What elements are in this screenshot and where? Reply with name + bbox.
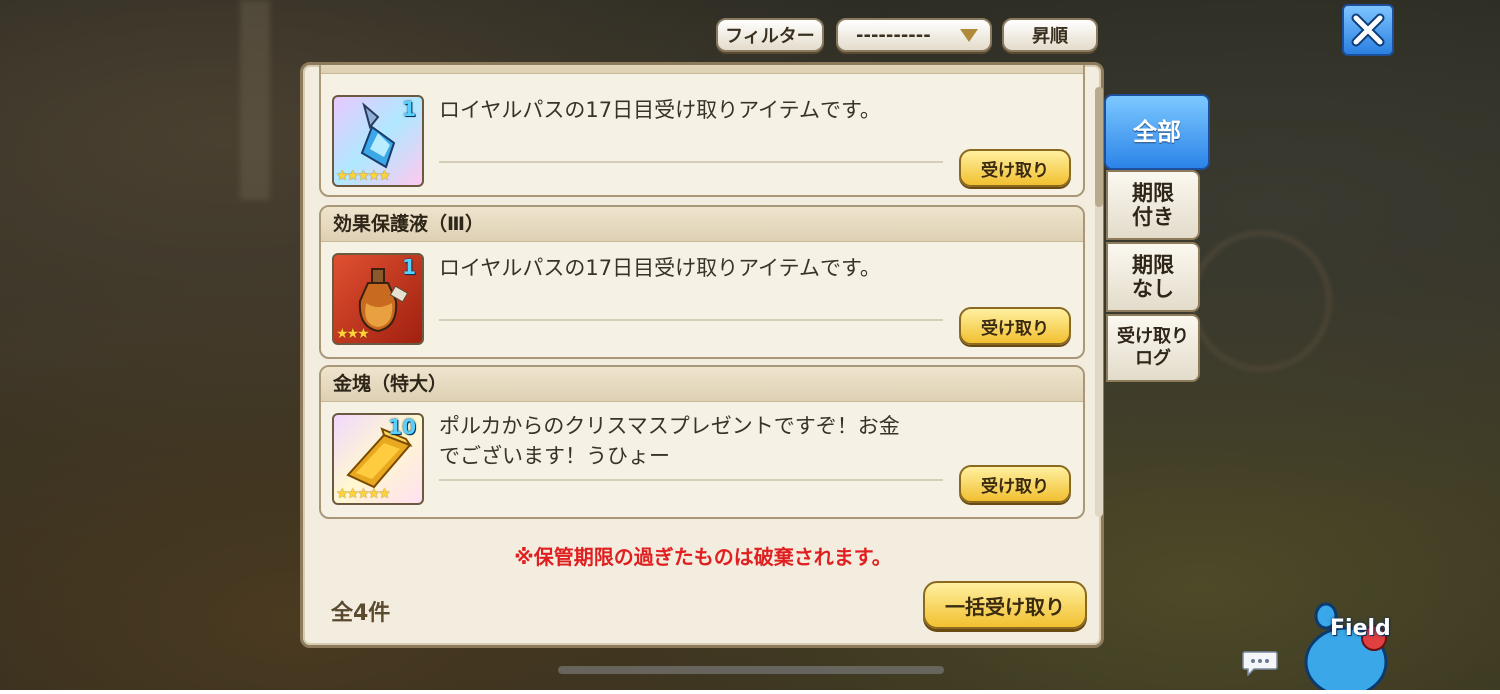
close-button[interactable] [1342, 4, 1394, 56]
field-label: Field [1330, 616, 1391, 641]
item-description-line: ポルカからのクリスマスプレゼントですぞ！お金 [439, 414, 900, 438]
rarity-stars: ★★★★★ [336, 168, 391, 184]
item-name [321, 65, 1083, 74]
divider [439, 161, 943, 163]
rarity-stars: ★★★ [336, 326, 370, 342]
item-quantity: 1 [402, 255, 416, 279]
crystal-spear-icon: 1 ★★★★★ [332, 95, 424, 187]
close-icon [1351, 13, 1385, 47]
filter-dropdown[interactable]: ---------- [836, 18, 992, 52]
item-quantity: 10 [388, 415, 416, 439]
field-button[interactable]: Field [1296, 602, 1406, 694]
claim-button[interactable]: 受け取り [959, 465, 1071, 503]
background-wheel [1190, 230, 1332, 372]
tab-receive-log[interactable]: 受け取り ログ [1106, 314, 1200, 382]
chevron-down-icon [960, 28, 978, 42]
item-description-line: でございます！うひょー [439, 444, 670, 468]
item-name: 金塊（特大） [321, 367, 1083, 402]
tab-label-line: 受け取り [1117, 326, 1189, 347]
item-description: ロイヤルパスの17日目受け取りアイテムです。 [439, 256, 881, 280]
item-description: ロイヤルパスの17日目受け取りアイテムです。 [439, 98, 881, 122]
potion-bottle-icon: 1 ★★★ [332, 253, 424, 345]
filter-dropdown-value: ---------- [856, 24, 931, 46]
list-item: 効果保護液（Ⅲ） 1 ★★★ ロイヤルパスの17日目受け取りアイテムです。 受け… [319, 205, 1085, 359]
tab-label-line: 期限 [1132, 253, 1174, 277]
scrollbar[interactable] [1095, 87, 1103, 517]
item-quantity: 1 [402, 97, 416, 121]
tab-with-expiry[interactable]: 期限 付き [1106, 170, 1200, 240]
item-list[interactable]: 1 ★★★★★ ロイヤルパスの17日目受け取りアイテムです。 受け取り 効果保護… [319, 65, 1091, 521]
tab-label-line: ログ [1135, 348, 1171, 369]
filter-button[interactable]: フィルター [716, 18, 824, 52]
divider [439, 319, 943, 321]
claim-button[interactable]: 受け取り [959, 149, 1071, 187]
scrollbar-thumb[interactable] [1095, 87, 1103, 207]
expiry-notice: ※保管期限の過ぎたものは破棄されます。 [514, 545, 892, 569]
tab-no-expiry[interactable]: 期限 なし [1106, 242, 1200, 312]
claim-button[interactable]: 受け取り [959, 307, 1071, 345]
total-count: 全4件 [331, 601, 391, 626]
list-item: 1 ★★★★★ ロイヤルパスの17日目受け取りアイテムです。 受け取り [319, 65, 1085, 197]
home-indicator[interactable] [558, 666, 944, 674]
gold-bar-icon: 10 ★★★★★ [332, 413, 424, 505]
tab-label-line: なし [1132, 277, 1174, 301]
present-box-panel: 1 ★★★★★ ロイヤルパスの17日目受け取りアイテムです。 受け取り 効果保護… [300, 62, 1104, 648]
item-name: 効果保護液（Ⅲ） [321, 207, 1083, 242]
background-pillar [240, 0, 270, 200]
list-item: 金塊（特大） 10 ★★★★★ ポルカからのクリスマスプレゼントですぞ！お金 で… [319, 365, 1085, 519]
sort-order-button[interactable]: 昇順 [1002, 18, 1098, 52]
tab-label-line: 期限 [1132, 181, 1174, 205]
rarity-stars: ★★★★★ [336, 486, 391, 502]
tab-all[interactable]: 全部 [1104, 94, 1210, 170]
chat-bubble-icon[interactable] [1242, 650, 1278, 677]
tab-label-line: 付き [1132, 205, 1174, 229]
claim-all-button[interactable]: 一括受け取り [923, 581, 1087, 629]
item-description: ポルカからのクリスマスプレゼントですぞ！お金 でございます！うひょー [439, 411, 939, 471]
divider [439, 479, 943, 481]
